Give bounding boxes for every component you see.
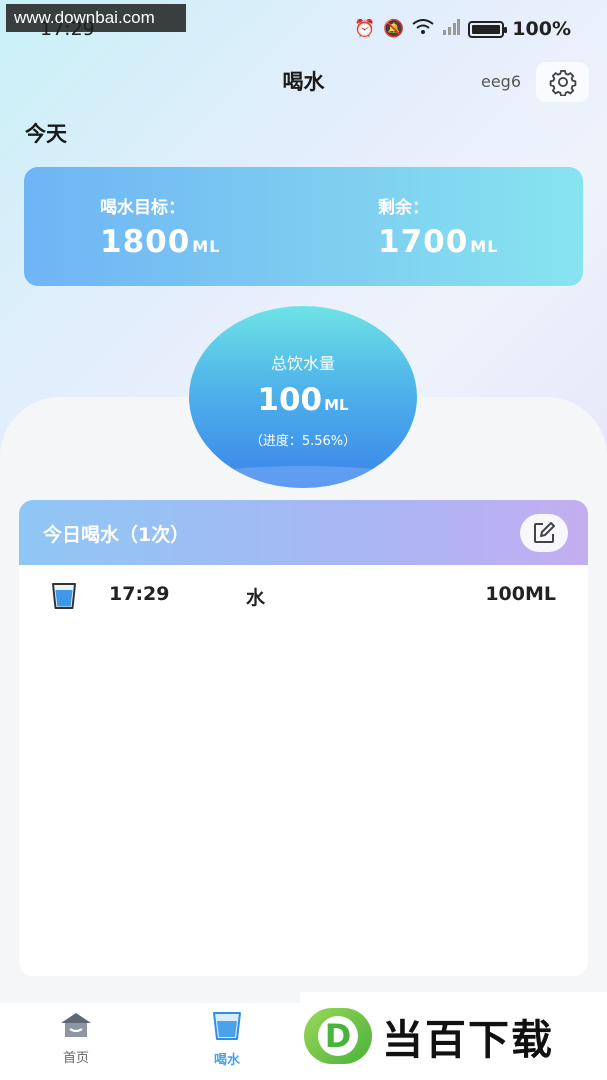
record-row[interactable]: 17:29 水 100ML <box>19 565 588 625</box>
watermark-logo-letter: D <box>318 1016 358 1056</box>
remaining-value: 1700 <box>378 224 469 260</box>
watermark-top: www.downbai.com <box>6 4 186 32</box>
nav-label-home: 首页 <box>62 1051 89 1066</box>
remaining-unit: ML <box>470 237 499 256</box>
water-cup-icon <box>51 582 77 614</box>
alarm-icon: ⏰ <box>353 19 376 39</box>
record-type: 水 <box>246 587 266 609</box>
goal-value-row: 1800 ML <box>100 224 220 260</box>
home-icon <box>61 1013 91 1037</box>
remaining-block: 剩余： 1700 ML <box>378 193 498 260</box>
status-icons: ⏰ 🔕 100% <box>354 18 571 40</box>
settings-button[interactable] <box>536 62 589 102</box>
record-amount: 100ML <box>485 583 556 605</box>
records-title: 今日喝水（1次） <box>43 524 190 546</box>
records-header: 今日喝水（1次） <box>19 500 588 565</box>
remaining-value-row: 1700 ML <box>378 224 498 260</box>
goal-value: 1800 <box>100 224 191 260</box>
remaining-label: 剩余： <box>378 198 429 218</box>
battery-percent: 100% <box>512 18 571 40</box>
signal-icon <box>442 18 461 40</box>
record-time: 17:29 <box>109 583 170 605</box>
total-unit: ML <box>324 396 349 414</box>
battery-icon <box>468 20 508 38</box>
goal-block: 喝水目标： 1800 ML <box>100 193 220 260</box>
total-intake-circle: 总饮水量 100 ML （进度：5.56%） <box>189 306 417 488</box>
watermark-logo: D <box>304 1008 372 1064</box>
water-wave <box>189 466 417 488</box>
edit-button[interactable] <box>520 514 568 552</box>
cup-icon <box>213 1012 241 1040</box>
nav-item-home[interactable]: 首页 <box>31 1011 121 1066</box>
watermark-text: 当百下载 <box>382 1016 554 1064</box>
wifi-icon <box>412 18 434 40</box>
total-value-row: 100 ML <box>189 382 417 418</box>
nav-item-drink[interactable]: 喝水 <box>182 1011 272 1068</box>
edit-icon <box>534 522 555 543</box>
mute-bell-icon: 🔕 <box>383 19 405 39</box>
nav-label-drink: 喝水 <box>213 1053 240 1068</box>
today-label: 今天 <box>25 122 67 146</box>
target-card: 喝水目标： 1800 ML 剩余： 1700 ML <box>24 167 583 286</box>
progress-text: （进度：5.56%） <box>249 434 357 449</box>
watermark-bottom: D 当百下载 <box>300 992 607 1080</box>
gear-icon <box>549 69 576 96</box>
records-card: 今日喝水（1次） 17:29 水 100ML <box>19 500 588 976</box>
total-value: 100 <box>257 382 323 418</box>
username: eeg6 <box>480 72 521 91</box>
goal-unit: ML <box>192 237 221 256</box>
total-label: 总饮水量 <box>270 354 335 373</box>
goal-label: 喝水目标： <box>100 198 185 218</box>
